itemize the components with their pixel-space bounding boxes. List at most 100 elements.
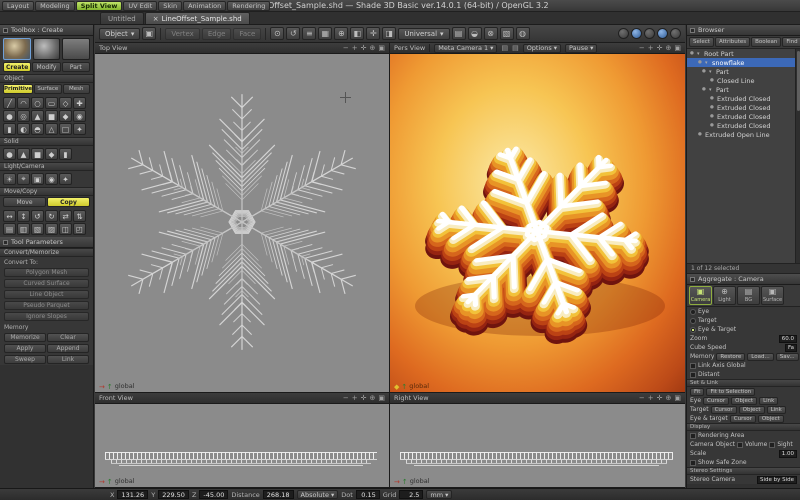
cone-tool-icon[interactable]: ▲	[31, 110, 44, 122]
expander-icon[interactable]: ▾	[709, 87, 714, 93]
restore-button[interactable]: Restore	[716, 353, 745, 361]
mirror-v-icon[interactable]: ⇅	[73, 210, 86, 222]
tab-mesh[interactable]: Mesh	[63, 84, 90, 94]
zoom-in-icon[interactable]: +	[648, 44, 654, 52]
sun-light-icon[interactable]: ☀	[3, 173, 16, 185]
tool-parameters-header[interactable]: Tool Parameters	[0, 237, 93, 248]
edge-mode-button[interactable]: Edge	[202, 28, 232, 40]
solid-sphere-icon[interactable]: ●	[3, 148, 16, 160]
arc-tool-icon[interactable]: ◠	[17, 97, 30, 109]
safe-zone-checkbox[interactable]	[690, 460, 696, 466]
doc-tab-untitled[interactable]: Untitled	[100, 12, 144, 24]
zoom-in-icon[interactable]: +	[648, 394, 654, 402]
point-light-icon[interactable]: ◉	[45, 173, 58, 185]
convert-line-object-button[interactable]: Line Object	[4, 290, 89, 299]
help-button[interactable]	[670, 28, 681, 39]
orbit-icon[interactable]: ⊕	[666, 394, 672, 402]
sight-checkbox[interactable]	[769, 442, 775, 448]
coordinate-mode-dropdown[interactable]: Absolute ▾	[297, 490, 339, 499]
tab-skin[interactable]: Skin	[158, 1, 182, 11]
target-radio[interactable]	[690, 318, 696, 324]
pan-icon[interactable]: ✛	[657, 44, 663, 52]
visibility-eye-icon[interactable]: ●	[697, 132, 703, 137]
convert-curved-surface-button[interactable]: Curved Surface	[4, 279, 89, 288]
camera-tool-icon[interactable]: ▣	[142, 27, 156, 40]
tab-split-view[interactable]: Split View	[76, 1, 123, 11]
solid-cylinder-icon[interactable]: ▮	[59, 148, 72, 160]
top-view-canvas[interactable]: → ↑ global	[95, 54, 389, 392]
camera-selector-dropdown[interactable]: Meta Camera 1 ▾	[434, 44, 497, 53]
mirror-h-icon[interactable]: ⇄	[59, 210, 72, 222]
rotate-ccw-icon[interactable]: ↺	[31, 210, 44, 222]
scale-value-field[interactable]: 1.00	[779, 450, 797, 458]
eye-cursor-button[interactable]: Cursor	[703, 397, 729, 405]
mask-toggle-icon[interactable]: ◨	[382, 27, 396, 40]
diamond-tool-icon[interactable]: ◇	[59, 97, 72, 109]
tab-primitive[interactable]: Primitive	[3, 84, 33, 94]
tab-light[interactable]: ⊕ Light	[713, 286, 736, 305]
pan-icon[interactable]: ✛	[361, 394, 367, 402]
rotate-view-icon[interactable]: ↺	[286, 27, 300, 40]
viewport-pers[interactable]: Pers View Meta Camera 1 ▾ ▤ ▤ Options ▾	[390, 43, 685, 392]
orbit-icon[interactable]: ⊕	[666, 44, 672, 52]
convert-pseudo-parquet-button[interactable]: Pseudo Parquet	[4, 301, 89, 310]
panel-collapse-icon[interactable]	[3, 28, 8, 33]
panel-collapse-icon[interactable]	[690, 277, 695, 282]
save-button[interactable]: Sav...	[776, 353, 799, 361]
tab-find[interactable]: Find	[782, 37, 800, 47]
distant-checkbox[interactable]	[690, 372, 696, 378]
zoom-out-icon[interactable]: −	[343, 44, 349, 52]
zoom-out-icon[interactable]: −	[343, 394, 349, 402]
tab-surface[interactable]: Surface	[34, 84, 61, 94]
close-icon[interactable]: ×	[153, 15, 159, 23]
link-axis-checkbox[interactable]	[690, 363, 696, 369]
visibility-eye-icon[interactable]: ●	[689, 51, 695, 56]
eye-target-radio[interactable]	[690, 327, 696, 333]
viewport-front[interactable]: Front View − + ✛ ⊕ ▣	[95, 393, 389, 487]
memorize-button[interactable]: Memorize	[4, 333, 46, 342]
tab-modeling[interactable]: Modeling	[35, 1, 75, 11]
tree-item[interactable]: ● Extruded Open Line	[687, 130, 800, 139]
half-sphere-tool-icon[interactable]: ◐	[17, 123, 30, 135]
apply-button[interactable]: Apply	[4, 344, 46, 353]
tab-bg[interactable]: ▤ BG	[737, 286, 760, 305]
convert-ignore-slopes-button[interactable]: Ignore Slopes	[4, 312, 89, 321]
visibility-eye-icon[interactable]: ●	[701, 69, 707, 74]
toolbox-header[interactable]: Toolbox : Create	[0, 25, 93, 36]
maximize-view-icon[interactable]: ▣	[378, 44, 385, 52]
rectangle-tool-icon[interactable]: ▭	[45, 97, 58, 109]
maximize-view-icon[interactable]: ▣	[378, 394, 385, 402]
shear-icon[interactable]: ▧	[31, 223, 44, 235]
render-button[interactable]	[631, 28, 642, 39]
cube-speed-value-field[interactable]: Fa	[785, 344, 797, 352]
camera-object-icon[interactable]: ▣	[31, 173, 44, 185]
coordinate-space-label[interactable]: global	[115, 477, 135, 485]
clear-button[interactable]: Clear	[47, 333, 89, 342]
menu-tool-icon[interactable]: ≡	[302, 27, 316, 40]
manipulator-dropdown[interactable]: Universal ▾	[398, 28, 449, 40]
visibility-eye-icon[interactable]: ●	[709, 78, 715, 83]
load-button[interactable]: Load...	[747, 353, 773, 361]
right-view-canvas[interactable]: → ↑ global	[390, 404, 685, 487]
cube-tool-icon[interactable]: ■	[45, 110, 58, 122]
tree-item-selected[interactable]: ● ▾ snowflake	[687, 58, 800, 67]
mirror-toggle-icon[interactable]: ◧	[350, 27, 364, 40]
texture-tool-icon[interactable]: ◍	[516, 27, 530, 40]
expander-icon[interactable]: ▾	[709, 69, 714, 75]
material-ball-button[interactable]	[657, 28, 668, 39]
tab-select[interactable]: Select	[689, 37, 714, 47]
spot-light-icon[interactable]: ⌖	[17, 173, 30, 185]
tab-layout[interactable]: Layout	[2, 1, 34, 11]
plane-tool-icon[interactable]: □	[59, 123, 72, 135]
create-mode-thumbnail[interactable]	[3, 38, 31, 60]
hatch-tool-icon[interactable]: ▧	[500, 27, 514, 40]
light-camera-section-header[interactable]: Light/Camera	[0, 162, 93, 171]
sweep-button[interactable]: Sweep	[4, 355, 46, 364]
array-icon[interactable]: ▤	[3, 223, 16, 235]
coordinate-space-label[interactable]: global	[409, 382, 429, 390]
eyetarget-object-button[interactable]: Object	[758, 415, 784, 423]
render-preview-button[interactable]	[618, 28, 629, 39]
orbit-icon[interactable]: ⊕	[370, 394, 376, 402]
pers-view-canvas[interactable]: ◆ ↑ global	[390, 54, 685, 392]
volume-checkbox[interactable]	[737, 442, 743, 448]
